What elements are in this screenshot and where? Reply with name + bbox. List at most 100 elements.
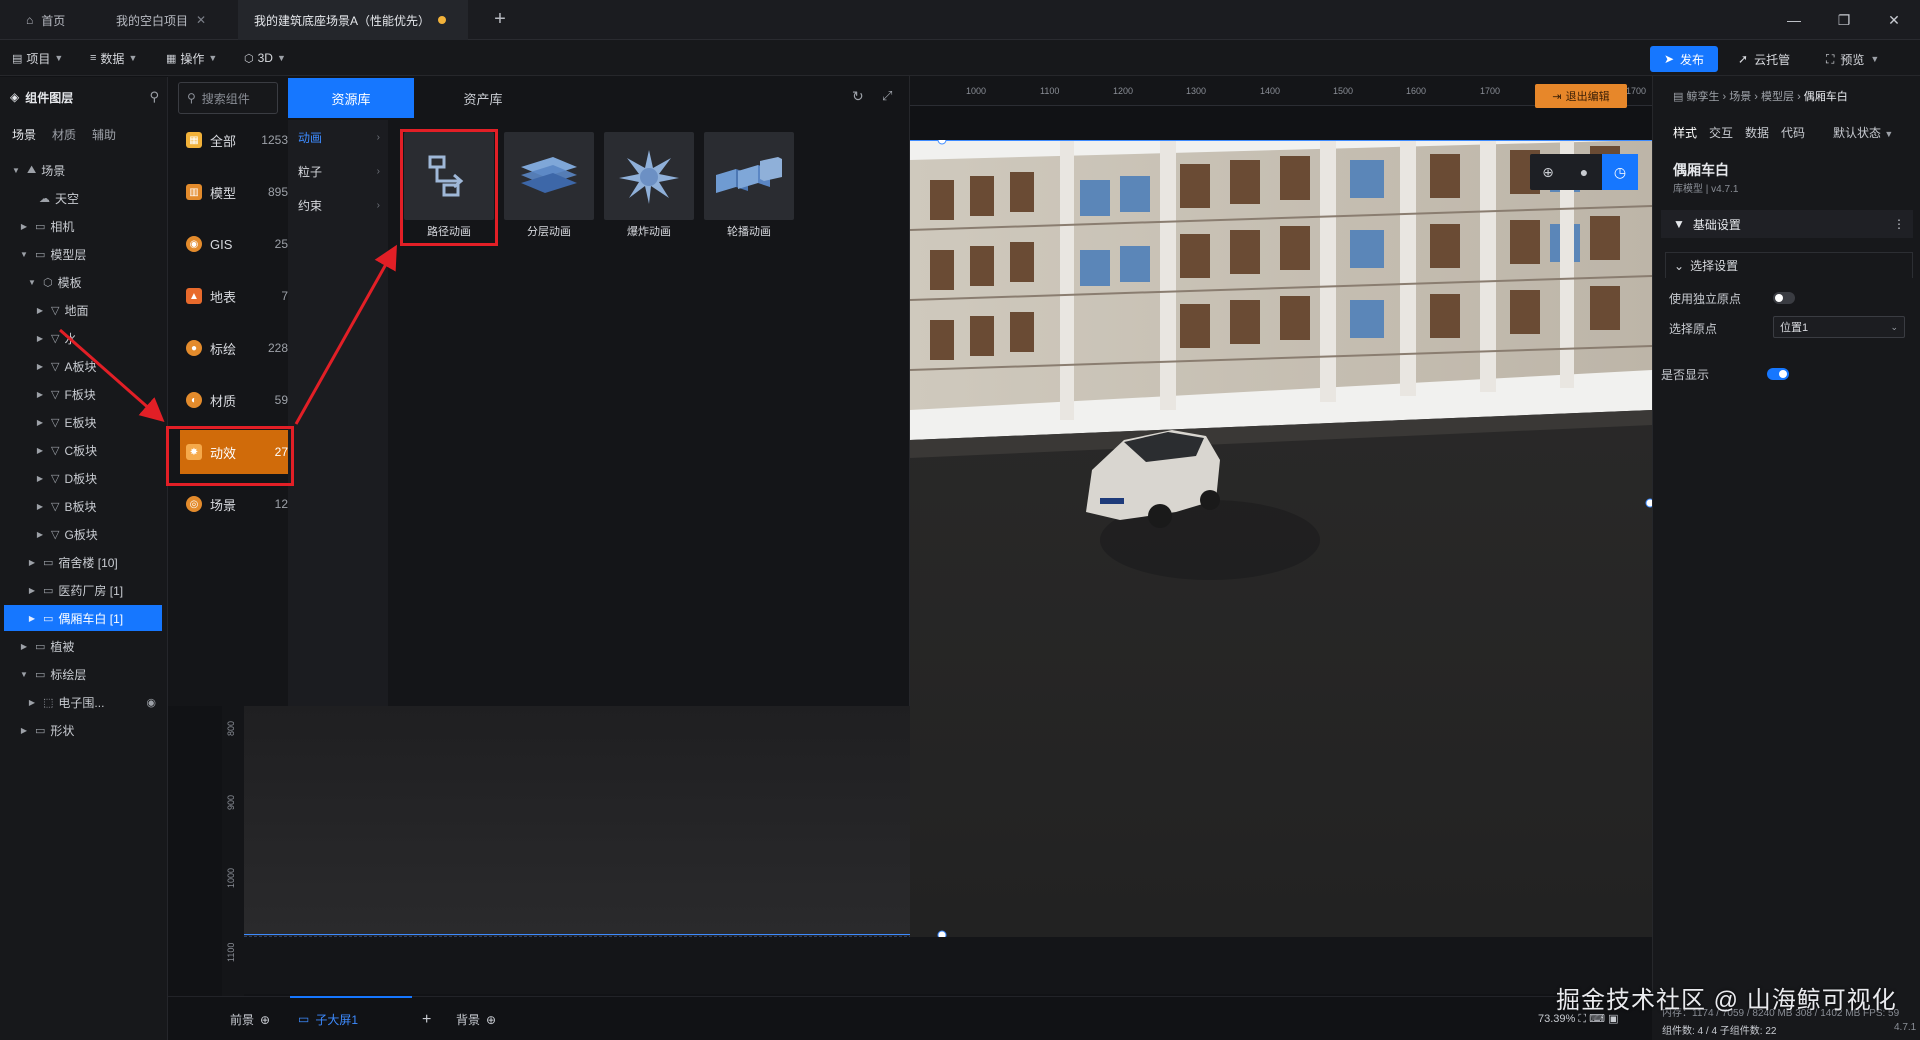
breadcrumb-root[interactable]: 鲸孪生 <box>1686 91 1719 103</box>
caret-right-icon[interactable]: ▶ <box>34 530 46 539</box>
card-explode-animation[interactable]: 爆炸动画 <box>604 132 694 240</box>
tree-item-block-b[interactable]: ▶ ▽ B板块 <box>0 493 168 519</box>
rotate-icon[interactable]: ◷ <box>1602 154 1638 190</box>
restore-icon[interactable]: ❐ <box>1834 10 1854 30</box>
background-tab[interactable]: 背景 ⊕ <box>456 1011 496 1028</box>
category-model[interactable]: ▥ 模型 895 <box>180 170 294 214</box>
tab-code[interactable]: 代码 <box>1781 124 1805 148</box>
tree-item-ground[interactable]: ▶ ▽ 地面 <box>0 297 168 323</box>
more-icon[interactable]: ⋮ <box>1893 217 1905 231</box>
tree-item-block-c[interactable]: ▶ ▽ C板块 <box>0 437 168 463</box>
menu-project[interactable]: ▤ 项目 ▼ <box>12 48 63 68</box>
menu-operate[interactable]: ▦ 操作 ▼ <box>166 48 217 68</box>
publish-button[interactable]: ➤ 发布 <box>1650 46 1718 72</box>
tree-item-block-f[interactable]: ▶ ▽ F板块 <box>0 381 168 407</box>
globe-icon[interactable]: ⊕ <box>1530 154 1566 190</box>
section-select-settings[interactable]: ⌄ 选择设置 <box>1665 252 1913 278</box>
category-scene[interactable]: ◎ 场景 12 <box>180 482 294 526</box>
tree-item-plot-layer[interactable]: ▼ ▭ 标绘层 <box>0 661 168 687</box>
tab-assist[interactable]: 辅助 <box>92 121 132 149</box>
category-plot[interactable]: ● 标绘 228 <box>180 326 294 370</box>
preview-button[interactable]: ⛶ 预览 ▼ <box>1826 46 1879 72</box>
card-carousel-animation[interactable]: 轮播动画 <box>704 132 794 240</box>
tree-item-template[interactable]: ▼ ⬡ 模板 <box>0 269 168 295</box>
subscreen-tab[interactable]: ▭ 子大屏1 <box>290 996 412 1040</box>
caret-right-icon[interactable]: ▶ <box>34 390 46 399</box>
card-layer-animation[interactable]: 分层动画 <box>504 132 594 240</box>
menu-data[interactable]: ≡ 数据 ▼ <box>90 48 137 68</box>
tree-item-shape[interactable]: ▶ ▭ 形状 <box>0 717 168 743</box>
breadcrumb-item[interactable]: 模型层 <box>1761 91 1794 103</box>
minimize-icon[interactable]: — <box>1784 10 1804 30</box>
refresh-icon[interactable]: ↻ <box>852 88 864 105</box>
tree-item-sky[interactable]: ☁ 天空 <box>0 185 168 211</box>
tree-item-camera[interactable]: ▶ ▭ 相机 <box>0 213 168 239</box>
caret-right-icon[interactable]: ▶ <box>34 446 46 455</box>
state-dropdown[interactable]: 默认状态 ▼ <box>1833 124 1893 141</box>
category-terrain[interactable]: ▲ 地表 7 <box>180 274 294 318</box>
caret-right-icon[interactable]: ▶ <box>34 502 46 511</box>
subcategory-animation[interactable]: 动画 › <box>298 122 386 152</box>
hidden-eye-icon[interactable]: ◉ <box>146 696 156 709</box>
caret-right-icon[interactable]: ▶ <box>26 558 38 567</box>
tab-scene-a[interactable]: 我的建筑底座场景A（性能优先） <box>238 0 468 40</box>
tab-style[interactable]: 样式 <box>1673 124 1697 148</box>
category-all[interactable]: ▦ 全部 1253 <box>180 118 294 162</box>
tab-interaction[interactable]: 交互 <box>1709 124 1733 148</box>
close-icon[interactable]: ✕ <box>196 13 206 27</box>
breadcrumb-item[interactable]: 场景 <box>1729 91 1751 103</box>
caret-down-icon[interactable]: ▼ <box>18 670 30 679</box>
foreground-tab[interactable]: 前景 ⊕ <box>230 1011 270 1028</box>
tab-blank-project[interactable]: 我的空白项目 ✕ <box>100 0 222 40</box>
caret-down-icon[interactable]: ▼ <box>18 250 30 259</box>
tree-item-fence[interactable]: ▶ ⬚ 电子围... ◉ <box>0 689 168 715</box>
tree-item-vegetation[interactable]: ▶ ▭ 植被 <box>0 633 168 659</box>
caret-down-icon[interactable]: ▼ <box>26 278 38 287</box>
add-circle-icon[interactable]: ⊕ <box>486 1013 496 1027</box>
caret-down-icon[interactable]: ▼ <box>10 166 22 175</box>
caret-right-icon[interactable]: ▶ <box>18 222 30 231</box>
tree-item-block-g[interactable]: ▶ ▽ G板块 <box>0 521 168 547</box>
tree-item-water[interactable]: ▶ ▽ 水 <box>0 325 168 351</box>
tree-item-scene[interactable]: ▼ ⛰ 场景 <box>0 157 168 183</box>
cloud-host-button[interactable]: ➚ 云托管 <box>1738 46 1790 72</box>
caret-right-icon[interactable]: ▶ <box>34 362 46 371</box>
add-circle-icon[interactable]: ⊕ <box>260 1013 270 1027</box>
search-input[interactable]: ⚲ 搜索组件 <box>178 82 278 114</box>
section-basic-settings[interactable]: ▼ 基础设置 ⋮ <box>1661 210 1913 238</box>
tab-asset-library[interactable]: 资产库 <box>420 78 546 118</box>
expand-icon[interactable]: ⤢ <box>882 88 892 104</box>
tab-scene[interactable]: 场景 <box>12 121 52 149</box>
3d-viewport[interactable] <box>910 140 1652 937</box>
caret-right-icon[interactable]: ▶ <box>26 698 38 707</box>
subcategory-constraint[interactable]: 约束 › <box>298 190 386 220</box>
filter-icon[interactable]: ⚲ <box>149 89 159 105</box>
tree-item-model-layer[interactable]: ▼ ▭ 模型层 <box>0 241 168 267</box>
caret-right-icon[interactable]: ▶ <box>34 474 46 483</box>
subcategory-particle[interactable]: 粒子 › <box>298 156 386 186</box>
caret-right-icon[interactable]: ▶ <box>18 642 30 651</box>
visible-toggle[interactable] <box>1767 368 1789 380</box>
tree-item-block-a[interactable]: ▶ ▽ A板块 <box>0 353 168 379</box>
tab-data[interactable]: 数据 <box>1745 124 1769 148</box>
sphere-icon[interactable]: ● <box>1566 154 1602 190</box>
tree-item-factory[interactable]: ▶ ▭ 医药厂房 [1] <box>0 577 168 603</box>
tree-item-block-d[interactable]: ▶ ▽ D板块 <box>0 465 168 491</box>
tree-item-car-selected[interactable]: ▶ ▭ 偶厢车白 [1] <box>4 605 162 631</box>
tree-item-dorm[interactable]: ▶ ▭ 宿舍楼 [10] <box>0 549 168 575</box>
close-window-icon[interactable]: ✕ <box>1884 10 1904 30</box>
select-origin-dropdown[interactable]: 位置1 ⌄ <box>1773 316 1905 338</box>
caret-right-icon[interactable]: ▶ <box>34 418 46 427</box>
category-material[interactable]: ◐ 材质 59 <box>180 378 294 422</box>
caret-right-icon[interactable]: ▶ <box>26 586 38 595</box>
caret-right-icon[interactable]: ▶ <box>18 726 30 735</box>
menu-3d[interactable]: ⬡ 3D ▼ <box>244 48 286 68</box>
tab-material[interactable]: 材质 <box>52 121 92 149</box>
caret-right-icon[interactable]: ▶ <box>26 614 38 623</box>
add-tab-button[interactable]: + <box>488 8 512 32</box>
add-screen-button[interactable]: + <box>422 1011 431 1029</box>
category-gis[interactable]: ◉ GIS 25 <box>180 222 294 266</box>
caret-right-icon[interactable]: ▶ <box>34 334 46 343</box>
exit-edit-button[interactable]: ⇥ 退出编辑 <box>1535 84 1627 108</box>
tab-resource-library[interactable]: 资源库 <box>288 78 414 118</box>
